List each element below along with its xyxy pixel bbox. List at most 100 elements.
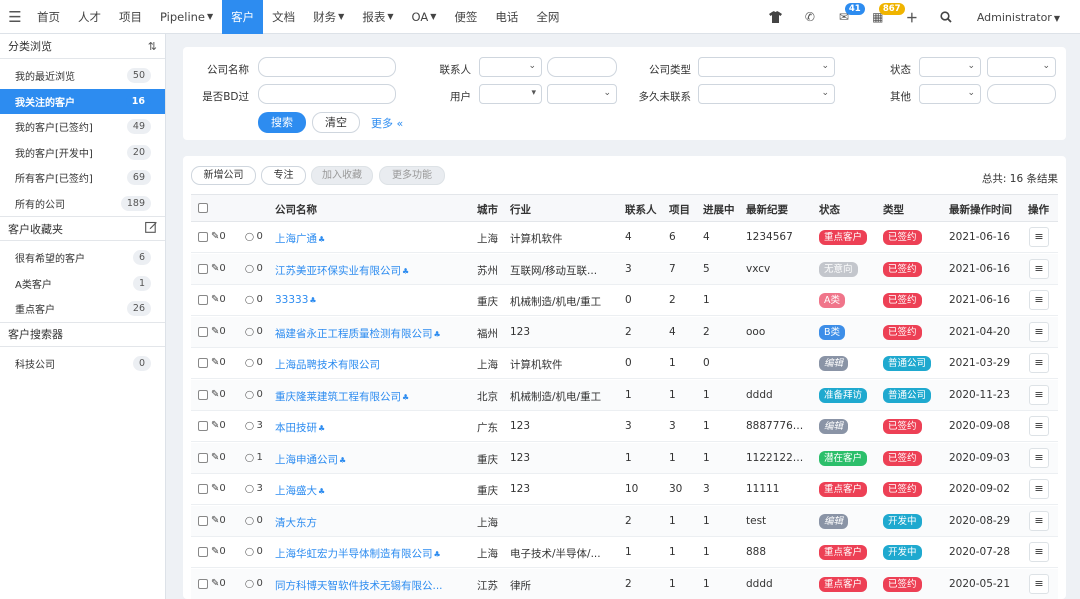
last-contact-select[interactable]: ⌄ (698, 84, 835, 104)
status-badge[interactable]: 无意向 (819, 261, 858, 277)
col-note[interactable]: 最新纪要 (746, 202, 788, 217)
nav-item[interactable]: 首页 (28, 0, 69, 34)
org-chart-icon[interactable]: ♣ (434, 550, 441, 559)
attachment-count[interactable]: ✎0 (211, 389, 226, 400)
comment-count[interactable]: ◯ 0 (245, 515, 263, 526)
status-select-2[interactable]: ⌄ (987, 57, 1056, 77)
company-name-link[interactable]: 江苏美亚环保实业有限公司♣ (275, 263, 465, 278)
shirt-icon[interactable] (759, 0, 793, 34)
row-menu-icon[interactable]: ≡ (1029, 290, 1049, 310)
comment-count[interactable]: ◯ 0 (245, 357, 263, 368)
status-badge[interactable]: 潜在客户 (819, 450, 868, 466)
col-industry[interactable]: 行业 (510, 202, 531, 217)
company-name-link[interactable]: 重庆隆莱建筑工程有限公司♣ (275, 389, 465, 404)
org-chart-icon[interactable]: ♣ (402, 267, 409, 276)
nav-item[interactable]: 项目 (110, 0, 151, 34)
add-company-button[interactable]: 新增公司 (191, 166, 256, 185)
sidebar-item[interactable]: A类客户 1 (0, 271, 165, 297)
sidebar-item[interactable]: 我的最近浏览 50 (0, 63, 165, 89)
nav-item[interactable]: OA ▼ (402, 0, 445, 34)
row-checkbox[interactable] (198, 263, 208, 274)
search-button[interactable]: 搜索 (258, 112, 306, 133)
sidebar-item[interactable]: 重点客户 26 (0, 296, 165, 322)
nav-item[interactable]: 便签 (445, 0, 486, 34)
company-name-link[interactable]: 上海申通公司♣ (275, 452, 465, 467)
comment-count[interactable]: ◯ 0 (245, 231, 263, 242)
sort-icon[interactable]: ⇅ (148, 40, 157, 53)
row-menu-icon[interactable]: ≡ (1029, 227, 1049, 247)
status-badge[interactable]: 重点客户 (819, 576, 868, 592)
comment-count[interactable]: ◯ 0 (245, 578, 263, 589)
status-badge[interactable]: B类 (819, 324, 846, 340)
org-chart-icon[interactable]: ♣ (309, 296, 316, 305)
nav-item[interactable]: 财务 ▼ (304, 0, 353, 34)
nav-item[interactable]: 电话 (486, 0, 527, 34)
calendar-icon[interactable]: ▦ 867 (861, 0, 905, 34)
status-badge[interactable]: 准备拜访 (819, 387, 868, 403)
company-name-link[interactable]: 上海品聘技术有限公司 (275, 357, 465, 372)
row-menu-icon[interactable]: ≡ (1029, 542, 1049, 562)
attachment-count[interactable]: ✎0 (211, 231, 226, 242)
status-select-1[interactable]: ⌄ (919, 57, 981, 77)
company-name-input[interactable] (258, 57, 396, 77)
nav-item[interactable]: 客户 (222, 0, 264, 34)
row-checkbox[interactable] (198, 452, 208, 463)
sidebar-item[interactable]: 我关注的客户 16 (0, 88, 165, 114)
status-badge[interactable]: A类 (819, 293, 845, 308)
comment-count[interactable]: ◯ 0 (245, 263, 263, 274)
row-checkbox[interactable] (198, 484, 208, 494)
org-chart-icon[interactable]: ♣ (318, 424, 325, 433)
sidebar-item[interactable]: 所有客户[已签约] 69 (0, 165, 165, 191)
company-name-link[interactable]: 上海广通♣ (275, 231, 465, 246)
company-name-link[interactable]: 同方科博天智软件技术无锡有限公... (275, 578, 465, 593)
row-checkbox[interactable] (198, 389, 208, 400)
col-status[interactable]: 状态 (819, 202, 840, 217)
org-chart-icon[interactable]: ♣ (318, 487, 325, 496)
row-menu-icon[interactable]: ≡ (1029, 321, 1049, 342)
company-name-link[interactable]: 福建省永正工程质量检测有限公司♣ (275, 326, 465, 341)
org-chart-icon[interactable]: ♣ (318, 235, 325, 244)
user-select-2[interactable]: ⌄ (547, 84, 617, 104)
contact-select[interactable]: ⌄ (479, 57, 542, 77)
org-chart-icon[interactable]: ♣ (434, 330, 441, 339)
comment-count[interactable]: ◯ 0 (245, 326, 263, 337)
comment-count[interactable]: ◯ 0 (245, 389, 263, 400)
col-city[interactable]: 城市 (477, 202, 498, 217)
sidebar-item[interactable]: 我的客户[已签约] 49 (0, 114, 165, 140)
user-menu[interactable]: Administrator ▼ (963, 11, 1080, 24)
row-menu-icon[interactable]: ≡ (1029, 447, 1049, 468)
edit-icon[interactable] (145, 221, 157, 236)
company-type-select[interactable]: ⌄ (698, 57, 835, 77)
row-menu-icon[interactable]: ≡ (1029, 353, 1049, 373)
mail-icon[interactable]: ✉ 41 (827, 0, 865, 34)
col-progress[interactable]: 进展中 (703, 202, 735, 217)
sidebar-item[interactable]: 很有希望的客户 6 (0, 245, 165, 271)
attachment-count[interactable]: ✎0 (211, 420, 226, 431)
attachment-count[interactable]: ✎0 (211, 578, 226, 589)
status-badge[interactable]: 重点客户 (819, 545, 868, 560)
menu-icon[interactable]: ☰ (2, 8, 28, 26)
company-name-link[interactable]: 清大东方 (275, 515, 465, 530)
sidebar-item[interactable]: 我的客户[开发中] 20 (0, 140, 165, 166)
user-select[interactable]: ▾ (479, 84, 542, 104)
status-badge[interactable]: 重点客户 (819, 230, 868, 245)
company-name-link[interactable]: 本田技研♣ (275, 420, 465, 435)
row-checkbox[interactable] (198, 358, 208, 368)
row-menu-icon[interactable]: ≡ (1029, 416, 1049, 436)
row-checkbox[interactable] (198, 515, 208, 526)
col-projects[interactable]: 项目 (669, 202, 690, 217)
attachment-count[interactable]: ✎0 (211, 546, 226, 557)
row-menu-icon[interactable]: ≡ (1029, 573, 1049, 594)
row-menu-icon[interactable]: ≡ (1029, 384, 1049, 405)
attachment-count[interactable]: ✎0 (211, 515, 226, 526)
focus-button[interactable]: 专注 (261, 166, 306, 185)
status-badge[interactable]: 编辑 (819, 356, 849, 371)
nav-item[interactable]: Pipeline ▼ (151, 0, 222, 34)
attachment-count[interactable]: ✎0 (211, 357, 226, 368)
comment-count[interactable]: ◯ 1 (245, 452, 263, 463)
col-time[interactable]: 最新操作时间 (949, 202, 1012, 217)
company-name-link[interactable]: 上海华虹宏力半导体制造有限公司♣ (275, 546, 465, 561)
attachment-count[interactable]: ✎0 (211, 326, 226, 337)
row-menu-icon[interactable]: ≡ (1029, 479, 1049, 499)
row-checkbox[interactable] (198, 547, 208, 557)
